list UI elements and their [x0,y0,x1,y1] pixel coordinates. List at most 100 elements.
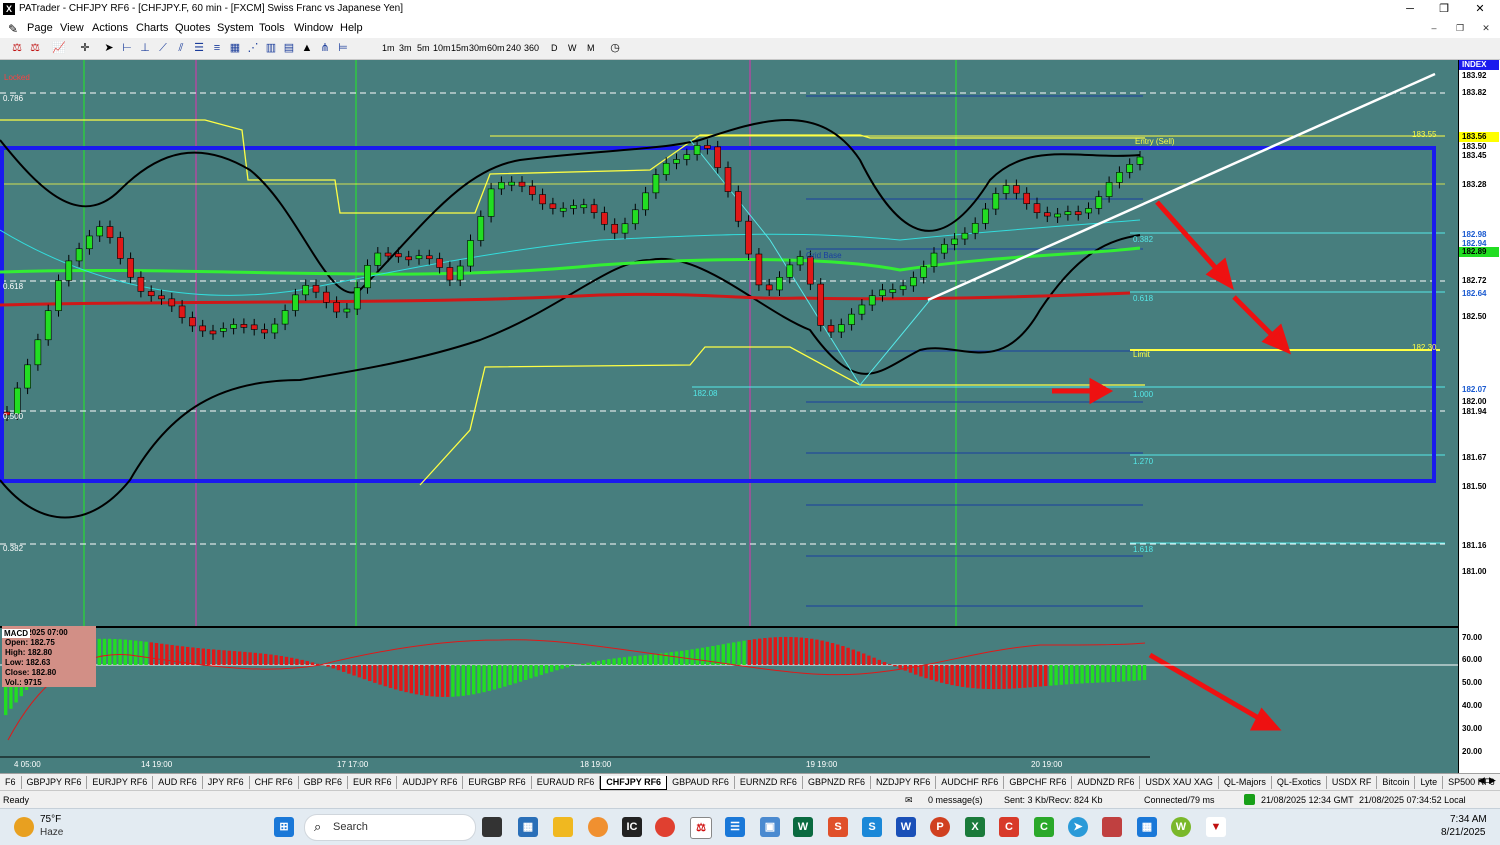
start-icon[interactable]: ⊞ [274,817,294,837]
symbol-tab[interactable]: F6 [0,776,22,789]
fan-icon[interactable]: ⋰ [246,41,260,55]
tf-m[interactable]: M [587,43,595,53]
s2-app-icon[interactable]: S [862,817,882,837]
tf-60m[interactable]: 60m [487,43,505,53]
bars-icon[interactable]: ▥ [264,41,278,55]
symbol-tab[interactable]: EURNZD RF6 [735,776,803,789]
store-icon[interactable]: ▦ [1137,817,1157,837]
symbol-tab[interactable]: EURAUD RF6 [532,776,601,789]
grid-icon[interactable]: ▦ [228,41,242,55]
powerpoint-icon[interactable]: P [930,817,950,837]
symbol-tab[interactable]: GBP RF6 [299,776,348,789]
symbol-tab[interactable]: AUDCHF RF6 [936,776,1004,789]
trendline-icon[interactable]: ⟋ [156,41,170,55]
menu-quotes[interactable]: Quotes [175,22,210,34]
scroll-right-icon[interactable]: ▶ [1489,775,1496,786]
app-icon[interactable] [588,817,608,837]
symbol-tab[interactable]: AUDJPY RF6 [397,776,463,789]
ruler-icon[interactable]: ⊨ [336,41,350,55]
tf-1m[interactable]: 1m [382,43,395,53]
symbol-tab[interactable]: QL-Exotics [1272,776,1327,789]
menu-help[interactable]: Help [340,22,363,34]
levels-icon[interactable]: ▤ [282,41,296,55]
c-app-icon[interactable]: C [999,817,1019,837]
symbol-tab[interactable]: Lyte [1415,776,1443,789]
wave-icon[interactable]: W [793,817,813,837]
chrome-icon[interactable] [655,817,675,837]
clock-icon[interactable]: ◷ [608,41,622,55]
symbol-tab[interactable]: GBPJPY RF6 [22,776,88,789]
sell-icon[interactable]: ⚖ [28,41,42,55]
search-box[interactable]: ⌕ Search [304,814,476,841]
c2-app-icon[interactable]: C [1034,817,1054,837]
symbol-tab[interactable]: AUD RF6 [153,776,203,789]
page-icon[interactable]: ✎ [8,22,18,36]
weather-icon[interactable] [14,817,34,837]
channel-icon[interactable]: ⫽ [174,41,188,55]
w-app-icon[interactable]: W [1171,817,1191,837]
tf-15m[interactable]: 15m [451,43,469,53]
tf-d[interactable]: D [551,43,558,53]
hline-icon[interactable]: ⊢ [120,41,134,55]
file-explorer-icon[interactable] [553,817,573,837]
child-restore-button[interactable]: ❐ [1450,21,1470,35]
calculator-icon[interactable]: ▦ [518,817,538,837]
close-button[interactable]: ✕ [1466,1,1494,17]
vline-icon[interactable]: ⊥ [138,41,152,55]
symbol-tab[interactable]: EURGBP RF6 [463,776,531,789]
notepad-icon[interactable]: ☰ [725,817,745,837]
ic-app-icon[interactable]: IC [622,817,642,837]
word-icon[interactable]: W [896,817,916,837]
child-minimize-button[interactable]: – [1424,21,1444,35]
tf-10m[interactable]: 10m [433,43,451,53]
excel-icon[interactable]: X [965,817,985,837]
chart-area[interactable]: Locked 0.786 0.618 0.500 0.382 0.382 0.6… [0,60,1500,773]
buy-icon[interactable]: ⚖ [10,41,24,55]
menu-window[interactable]: Window [294,22,333,34]
symbol-tab[interactable]: AUDNZD RF6 [1072,776,1140,789]
screenshot-icon[interactable]: ▣ [760,817,780,837]
tf-3m[interactable]: 3m [399,43,412,53]
tf-30m[interactable]: 30m [469,43,487,53]
menu-page[interactable]: Page [27,22,53,34]
scroll-left-icon[interactable]: ◀ [1478,775,1485,786]
game-icon[interactable] [1102,817,1122,837]
tf-360[interactable]: 360 [524,43,539,53]
cursor-icon[interactable]: ➤ [102,41,116,55]
symbol-tab[interactable]: CHF RF6 [250,776,299,789]
s-app-icon[interactable]: S [828,817,848,837]
symbol-tab[interactable]: USDX XAU XAG [1140,776,1219,789]
tf-240[interactable]: 240 [506,43,521,53]
tf-5m[interactable]: 5m [417,43,430,53]
chart-icon[interactable]: 📈 [52,41,66,55]
menu-actions[interactable]: Actions [92,22,128,34]
menu-view[interactable]: View [60,22,84,34]
symbol-tab[interactable]: GBPAUD RF6 [667,776,735,789]
pattern-icon[interactable]: ▲ [300,41,314,55]
menu-tools[interactable]: Tools [259,22,285,34]
taskview-icon[interactable] [482,817,502,837]
minimize-button[interactable]: ─ [1396,1,1424,17]
menu-charts[interactable]: Charts [136,22,168,34]
symbol-tab[interactable]: USDX RF [1327,776,1378,789]
telegram-icon[interactable]: ➤ [1068,817,1088,837]
menu-system[interactable]: System [217,22,254,34]
fib-icon[interactable]: ☰ [192,41,206,55]
symbol-tab[interactable]: NZDJPY RF6 [871,776,936,789]
shield-icon[interactable]: ▼ [1206,817,1226,837]
symbol-tab[interactable]: QL-Majors [1219,776,1272,789]
symbol-tab[interactable]: GBPNZD RF6 [803,776,871,789]
symbol-tab[interactable]: GBPCHF RF6 [1004,776,1072,789]
symbol-tab[interactable]: CHFJPY RF6 [600,776,667,790]
crosshair-icon[interactable]: ✛ [78,41,92,55]
maximize-button[interactable]: ❐ [1430,1,1458,17]
fib-ext-icon[interactable]: ≡ [210,41,224,55]
pitchfork-icon[interactable]: ⋔ [318,41,332,55]
symbol-tab[interactable]: JPY RF6 [203,776,250,789]
symbol-tab[interactable]: EURJPY RF6 [87,776,153,789]
patrader-icon[interactable]: ⚖ [690,817,712,839]
symbol-tab[interactable]: Bitcoin [1377,776,1415,789]
symbol-tab[interactable]: EUR RF6 [348,776,398,789]
tf-w[interactable]: W [568,43,577,53]
child-close-button[interactable]: ✕ [1476,21,1496,35]
